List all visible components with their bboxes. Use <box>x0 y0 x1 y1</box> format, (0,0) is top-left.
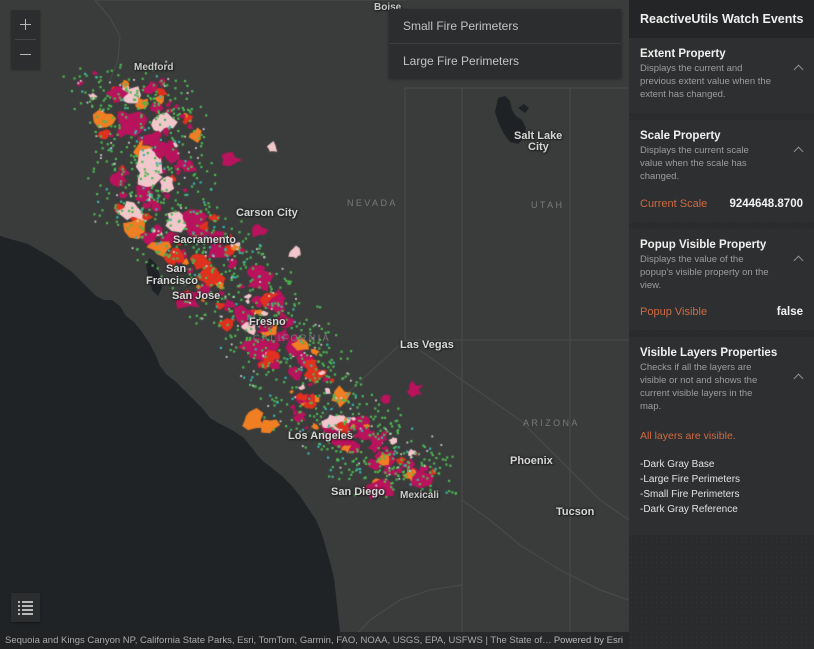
layer-list-button[interactable] <box>11 593 40 622</box>
chevron-up-icon[interactable] <box>794 146 805 153</box>
card-visible-layers-properties: Visible Layers Properties Checks if all … <box>629 337 814 535</box>
list-item: -Dark Gray Base <box>640 458 715 470</box>
list-item: -Large Fire Perimeters <box>640 473 741 485</box>
card-description: Displays the current and previous extent… <box>640 63 771 100</box>
current-scale-value: 9244648.8700 <box>729 197 803 210</box>
powered-by-esri[interactable]: Powered by Esri <box>554 635 629 646</box>
popup-visible-label: Popup Visible <box>640 306 708 319</box>
current-scale-label: Current Scale <box>640 197 708 210</box>
popup-visible-value: false <box>776 306 803 319</box>
panel-title: ReactiveUtils Watch Events <box>629 0 814 38</box>
card-title: Visible Layers Properties <box>640 347 778 360</box>
layer-item-small-fire-perimeters[interactable]: Small Fire Perimeters <box>389 9 621 43</box>
card-title: Scale Property <box>640 130 721 143</box>
attribution-text: Sequoia and Kings Canyon NP, California … <box>5 635 554 646</box>
chevron-up-icon[interactable] <box>794 64 805 71</box>
visible-layers-list: -Dark Gray Base -Large Fire Perimeters -… <box>640 457 803 517</box>
list-item: -Dark Gray Reference <box>640 503 738 515</box>
card-extent-property: Extent Property Displays the current and… <box>629 38 814 114</box>
list-item: -Small Fire Perimeters <box>640 488 740 500</box>
card-title: Extent Property <box>640 48 726 60</box>
zoom-widget[interactable] <box>11 10 40 69</box>
layer-item-large-fire-perimeters[interactable]: Large Fire Perimeters <box>389 43 621 78</box>
map-view[interactable]: Boise Medford Salt Lake City Carson City Sacr… <box>0 0 629 649</box>
card-title: Popup Visible Property <box>640 238 767 251</box>
side-panel: ReactiveUtils Watch Events Extent Proper… <box>629 0 814 649</box>
card-popup-visible-property: Popup Visible Property Displays the valu… <box>629 228 814 331</box>
layer-list-icon <box>18 601 33 615</box>
chevron-up-icon[interactable] <box>794 255 805 262</box>
fire-perimeters-layer <box>0 0 629 649</box>
visible-layers-status: All layers are visible. <box>640 429 736 442</box>
current-scale-row: Current Scale 9244648.8700 <box>640 198 803 210</box>
layer-list-popup[interactable]: Small Fire Perimeters Large Fire Perimet… <box>389 9 621 78</box>
chevron-up-icon[interactable] <box>794 373 805 380</box>
zoom-in-button[interactable] <box>11 10 40 39</box>
card-scale-property: Scale Property Displays the current scal… <box>629 120 814 222</box>
popup-visible-row: Popup Visible false <box>640 306 803 318</box>
card-description: Displays the current scale value when th… <box>640 145 749 183</box>
zoom-out-button[interactable] <box>11 40 40 69</box>
card-description: Checks if all the layers are visible or … <box>640 362 758 412</box>
attribution-bar: Sequoia and Kings Canyon NP, California … <box>0 632 629 649</box>
card-description: Displays the value of the popup's visibl… <box>640 253 769 291</box>
